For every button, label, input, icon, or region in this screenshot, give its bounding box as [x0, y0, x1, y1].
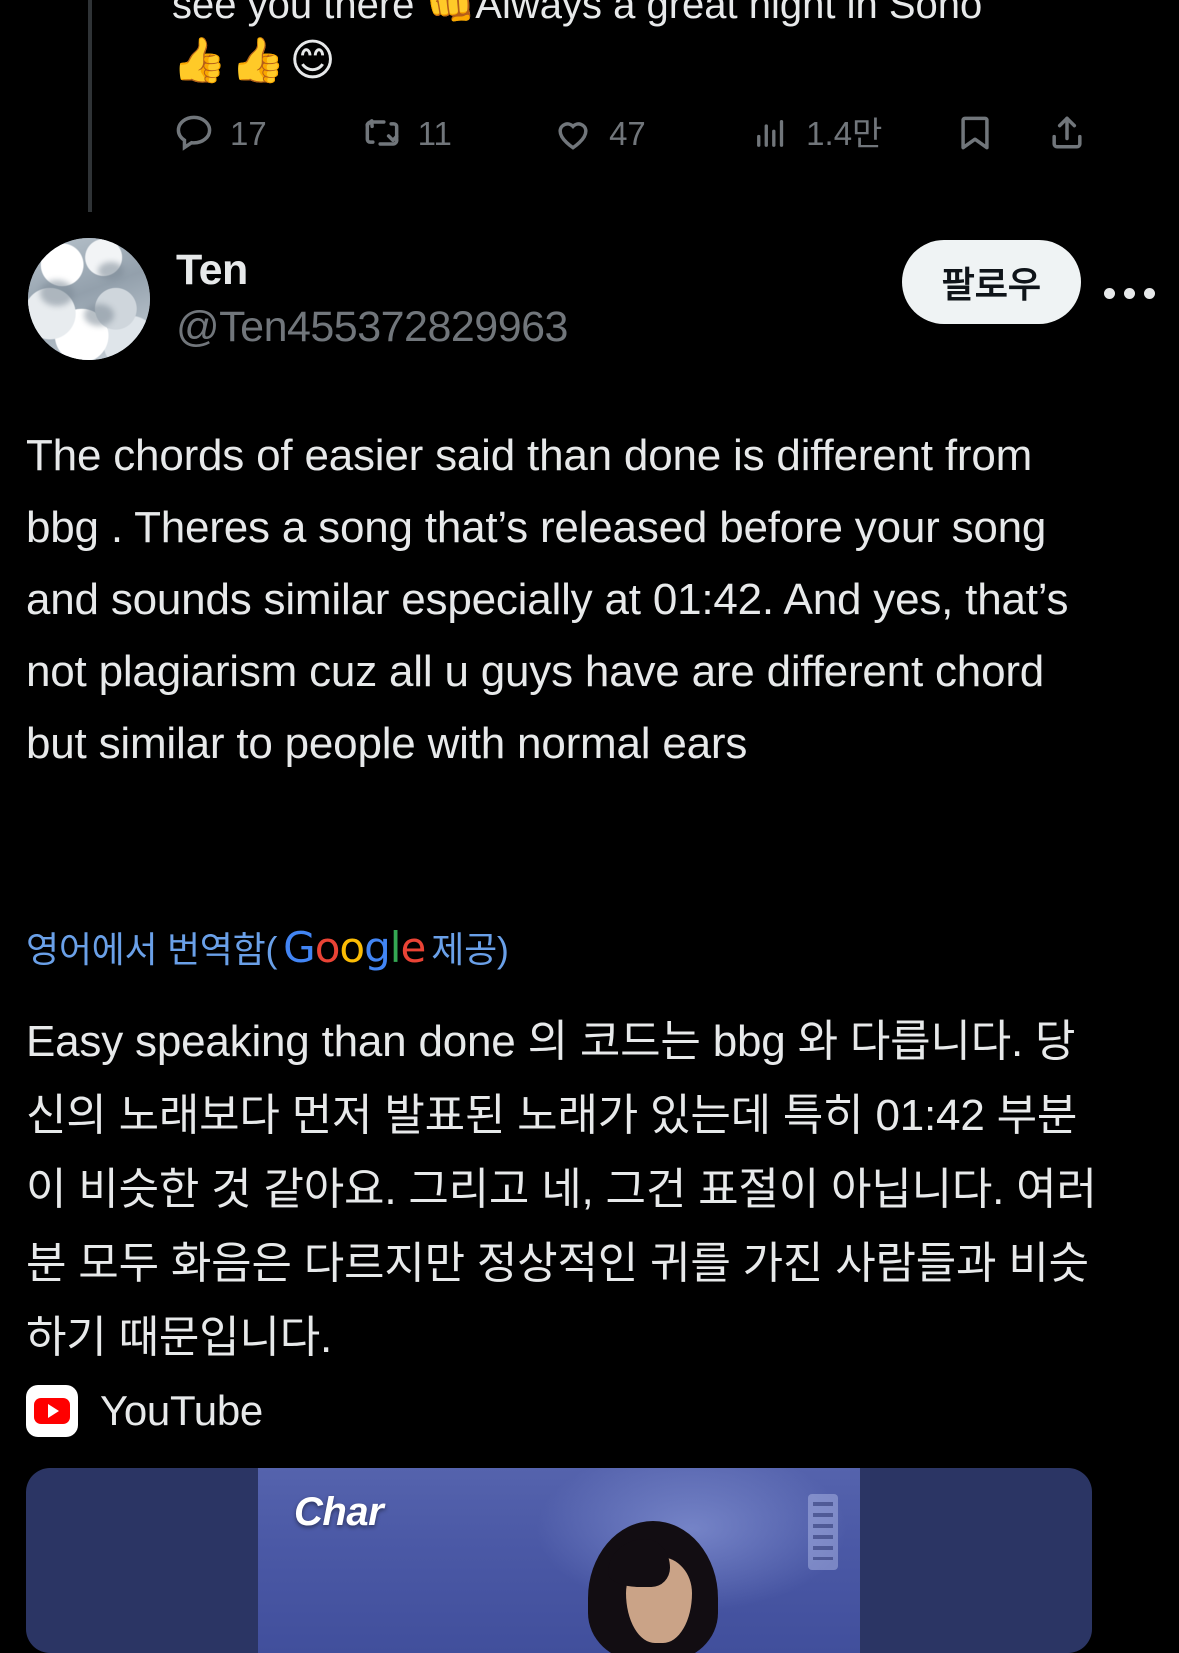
avatar[interactable] — [28, 238, 150, 360]
follow-button[interactable]: 팔로우 — [901, 240, 1081, 324]
youtube-attribution[interactable]: YouTube — [26, 1385, 263, 1437]
video-caption-text: Char — [294, 1490, 384, 1534]
translate-suffix: 제공) — [431, 929, 509, 970]
avatar-detail — [40, 280, 74, 306]
author-name-block[interactable]: Ten @Ten455372829963 — [176, 242, 568, 356]
avatar-detail — [84, 304, 114, 326]
views-action[interactable]: 1.4만 — [750, 104, 953, 162]
video-preview-card[interactable]: Char — [26, 1468, 1092, 1653]
reply-count: 17 — [230, 114, 267, 152]
tweet-author-header: Ten @Ten455372829963 팔로우 — [0, 230, 1179, 370]
view-count: 1.4만 — [806, 114, 883, 152]
google-letter-l: l — [389, 923, 402, 972]
comment-bubble-icon — [172, 111, 216, 155]
like-count: 47 — [609, 114, 646, 152]
more-dot — [1103, 287, 1115, 299]
more-options-icon[interactable] — [1097, 268, 1161, 318]
youtube-red-box — [34, 1398, 70, 1424]
more-dot — [1143, 287, 1155, 299]
thread-connector-line — [88, 0, 92, 212]
heart-icon — [551, 111, 595, 155]
bookmark-icon — [953, 111, 997, 155]
more-dot — [1123, 287, 1135, 299]
bookmark-action[interactable] — [953, 104, 1045, 162]
repost-count: 11 — [417, 114, 452, 152]
tweet-action-bar: 17 11 47 1.4만 — [172, 103, 1112, 163]
google-letter-g2: g — [364, 923, 391, 972]
google-letter-o2: o — [339, 923, 365, 972]
google-logo: Google — [277, 920, 431, 976]
google-letter-g1: G — [283, 923, 316, 972]
share-upload-icon — [1045, 111, 1089, 155]
youtube-source-label: YouTube — [100, 1387, 263, 1434]
video-person-figure — [588, 1521, 718, 1653]
google-letter-o1: o — [314, 923, 341, 972]
video-overlay-panel — [808, 1494, 838, 1570]
previous-tweet-emoji-row: 👍👍😊 — [172, 35, 340, 86]
translated-by-google-label[interactable]: 영어에서 번역함( Google 제공) — [26, 920, 509, 978]
google-letter-e: e — [400, 923, 426, 972]
translated-tweet-text: Easy speaking than done 의 코드는 bbg 와 다릅니다… — [26, 1017, 1097, 1362]
video-thumbnail: Char — [258, 1468, 860, 1653]
tweet-text: The chords of easier said than done is d… — [26, 431, 1069, 768]
share-action[interactable] — [1045, 104, 1112, 162]
like-action[interactable]: 47 — [551, 104, 750, 162]
youtube-play-icon — [26, 1385, 78, 1437]
analytics-bars-icon — [750, 112, 792, 154]
translate-prefix: 영어에서 번역함( — [26, 929, 278, 970]
author-handle: @Ten455372829963 — [176, 303, 568, 351]
youtube-triangle — [48, 1404, 59, 1418]
author-display-name: Ten — [176, 246, 248, 294]
previous-tweet-text: see you there 👊Always a great night in S… — [172, 0, 983, 27]
retweet-icon — [360, 111, 404, 155]
avatar-detail — [98, 262, 124, 280]
repost-action[interactable]: 11 — [360, 104, 551, 162]
reply-action[interactable]: 17 — [172, 104, 360, 162]
